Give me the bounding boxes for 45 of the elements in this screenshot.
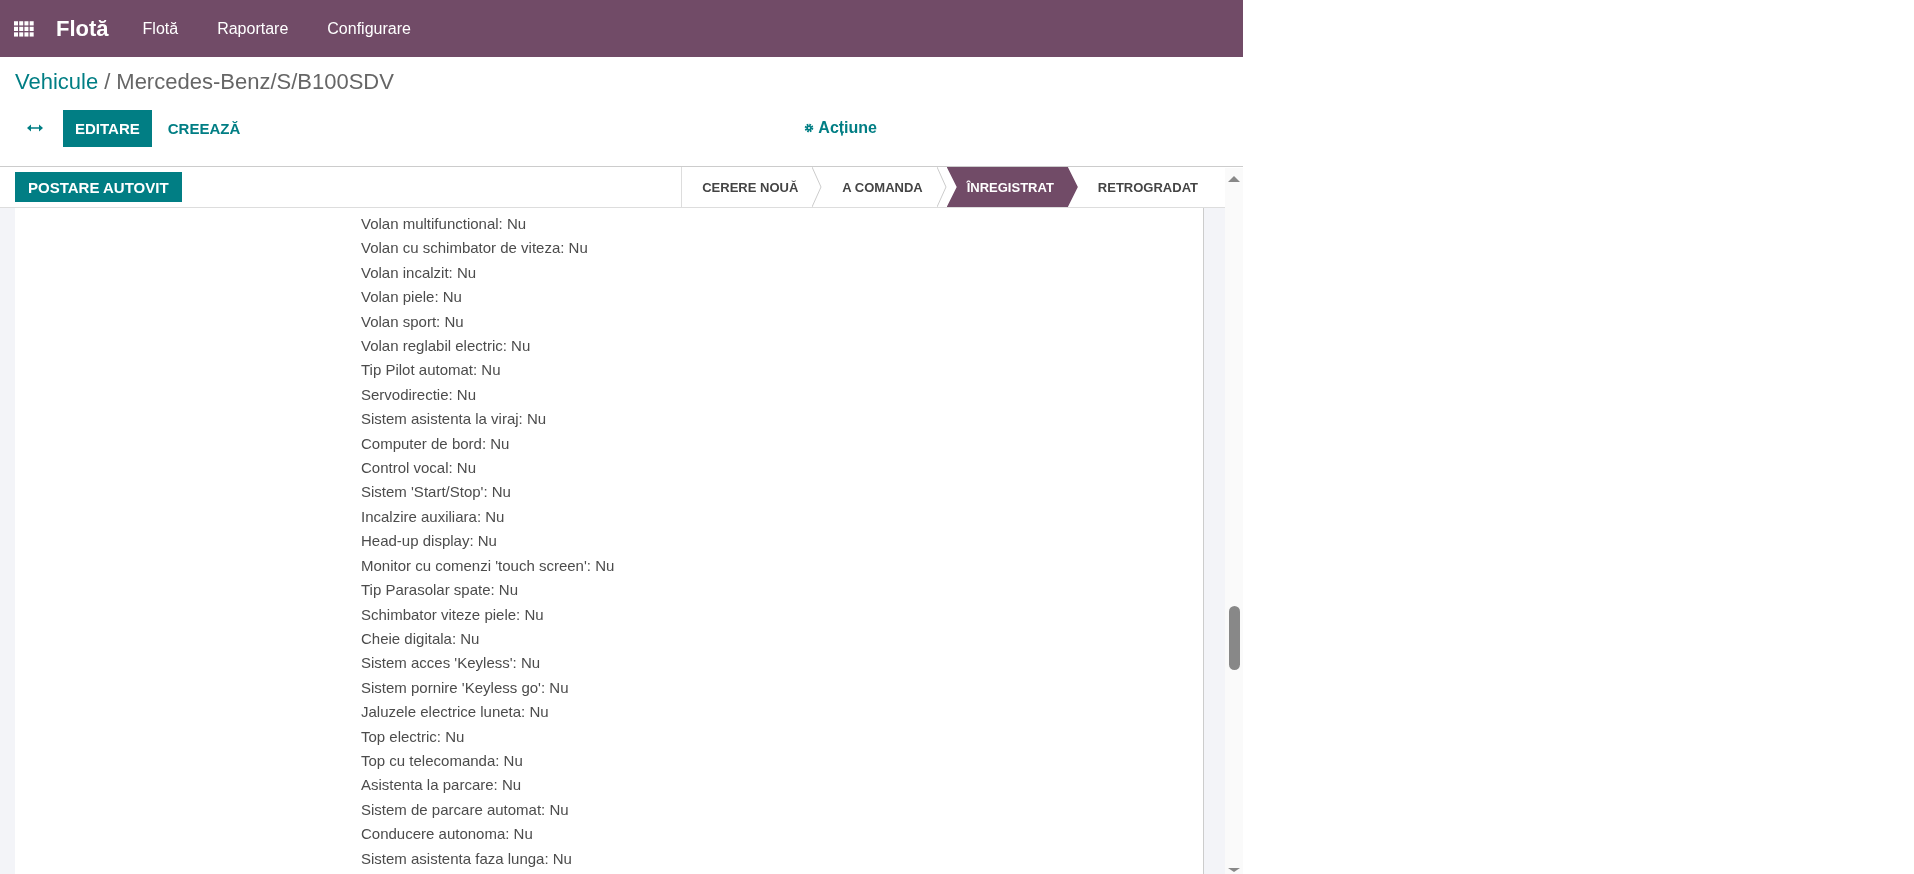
feature-line: Sistem acces 'Keyless': Nu <box>361 653 542 674</box>
feature-line: Computer de bord: Nu <box>361 433 511 454</box>
expand-arrows-icon[interactable] <box>27 124 43 132</box>
feature-line: Conducere autonoma: Nu <box>361 824 534 845</box>
gear-icon <box>804 123 815 133</box>
feature-line: Top electric: Nu <box>361 726 466 747</box>
apps-menu-icon[interactable] <box>14 20 34 37</box>
feature-line: Schimbator viteze piele: Nu <box>361 604 545 625</box>
feature-line: Sistem asistenta la viraj: Nu <box>361 409 548 430</box>
post-autovit-button[interactable]: POSTARE AUTOVIT <box>15 172 182 202</box>
scrollbar-thumb[interactable] <box>1228 606 1240 670</box>
feature-line: Servodirectie: Nu <box>361 384 478 405</box>
edit-button[interactable]: EDITARE <box>63 109 152 147</box>
menu-item[interactable]: Raportare <box>217 19 289 38</box>
feature-line: Tip Parasolar spate: Nu <box>361 580 520 601</box>
feature-line: Sistem de parcare automat: Nu <box>361 799 570 820</box>
feature-line: Sistem 'Start/Stop': Nu <box>361 482 512 503</box>
feature-line: Volan piele: Nu <box>361 287 463 308</box>
feature-line: Tip Pilot automat: Nu <box>361 360 502 381</box>
feature-line: Volan sport: Nu <box>361 311 465 332</box>
feature-line: Sistem pornire 'Keyless go': Nu <box>361 677 570 698</box>
feature-line: Jaluzele electrice luneta: Nu <box>361 702 550 723</box>
feature-line: Volan reglabil electric: Nu <box>361 336 532 357</box>
scroll-down-icon[interactable] <box>1228 868 1240 872</box>
feature-line: Head-up display: Nu <box>361 531 498 552</box>
breadcrumb-current: Mercedes-Benz/S/B100SDV <box>116 69 394 95</box>
feature-line: Incalzire auxiliara: Nu <box>361 506 506 527</box>
feature-line: Cheie digitala: Nu <box>361 628 481 649</box>
feature-line: Control vocal: Nu <box>361 458 478 479</box>
status-stage[interactable]: ÎNREGISTRAT <box>946 167 1078 207</box>
feature-line: Monitor cu comenzi 'touch screen': Nu <box>361 555 616 576</box>
app-title[interactable]: Flotă <box>56 15 109 42</box>
feature-line: Asistenta la parcare: Nu <box>361 775 523 796</box>
feature-line: Volan multifunctional: Nu <box>361 214 528 234</box>
menu-item[interactable]: Configurare <box>327 19 411 38</box>
feature-line: Sistem asistenta faza lunga: Nu <box>361 848 573 869</box>
create-button[interactable]: CREEAZĂ <box>155 109 253 147</box>
scroll-up-icon[interactable] <box>1228 176 1240 182</box>
breadcrumb-link[interactable]: Vehicule <box>15 69 99 95</box>
menu-item[interactable]: Flotă <box>142 19 179 38</box>
feature-line: Volan incalzit: Nu <box>361 262 478 283</box>
action-menu-button[interactable]: Acțiune <box>798 118 883 138</box>
feature-line: Top cu telecomanda: Nu <box>361 750 524 771</box>
feature-line: Volan cu schimbator de viteza: Nu <box>361 238 589 259</box>
breadcrumb-separator: / <box>104 69 111 95</box>
